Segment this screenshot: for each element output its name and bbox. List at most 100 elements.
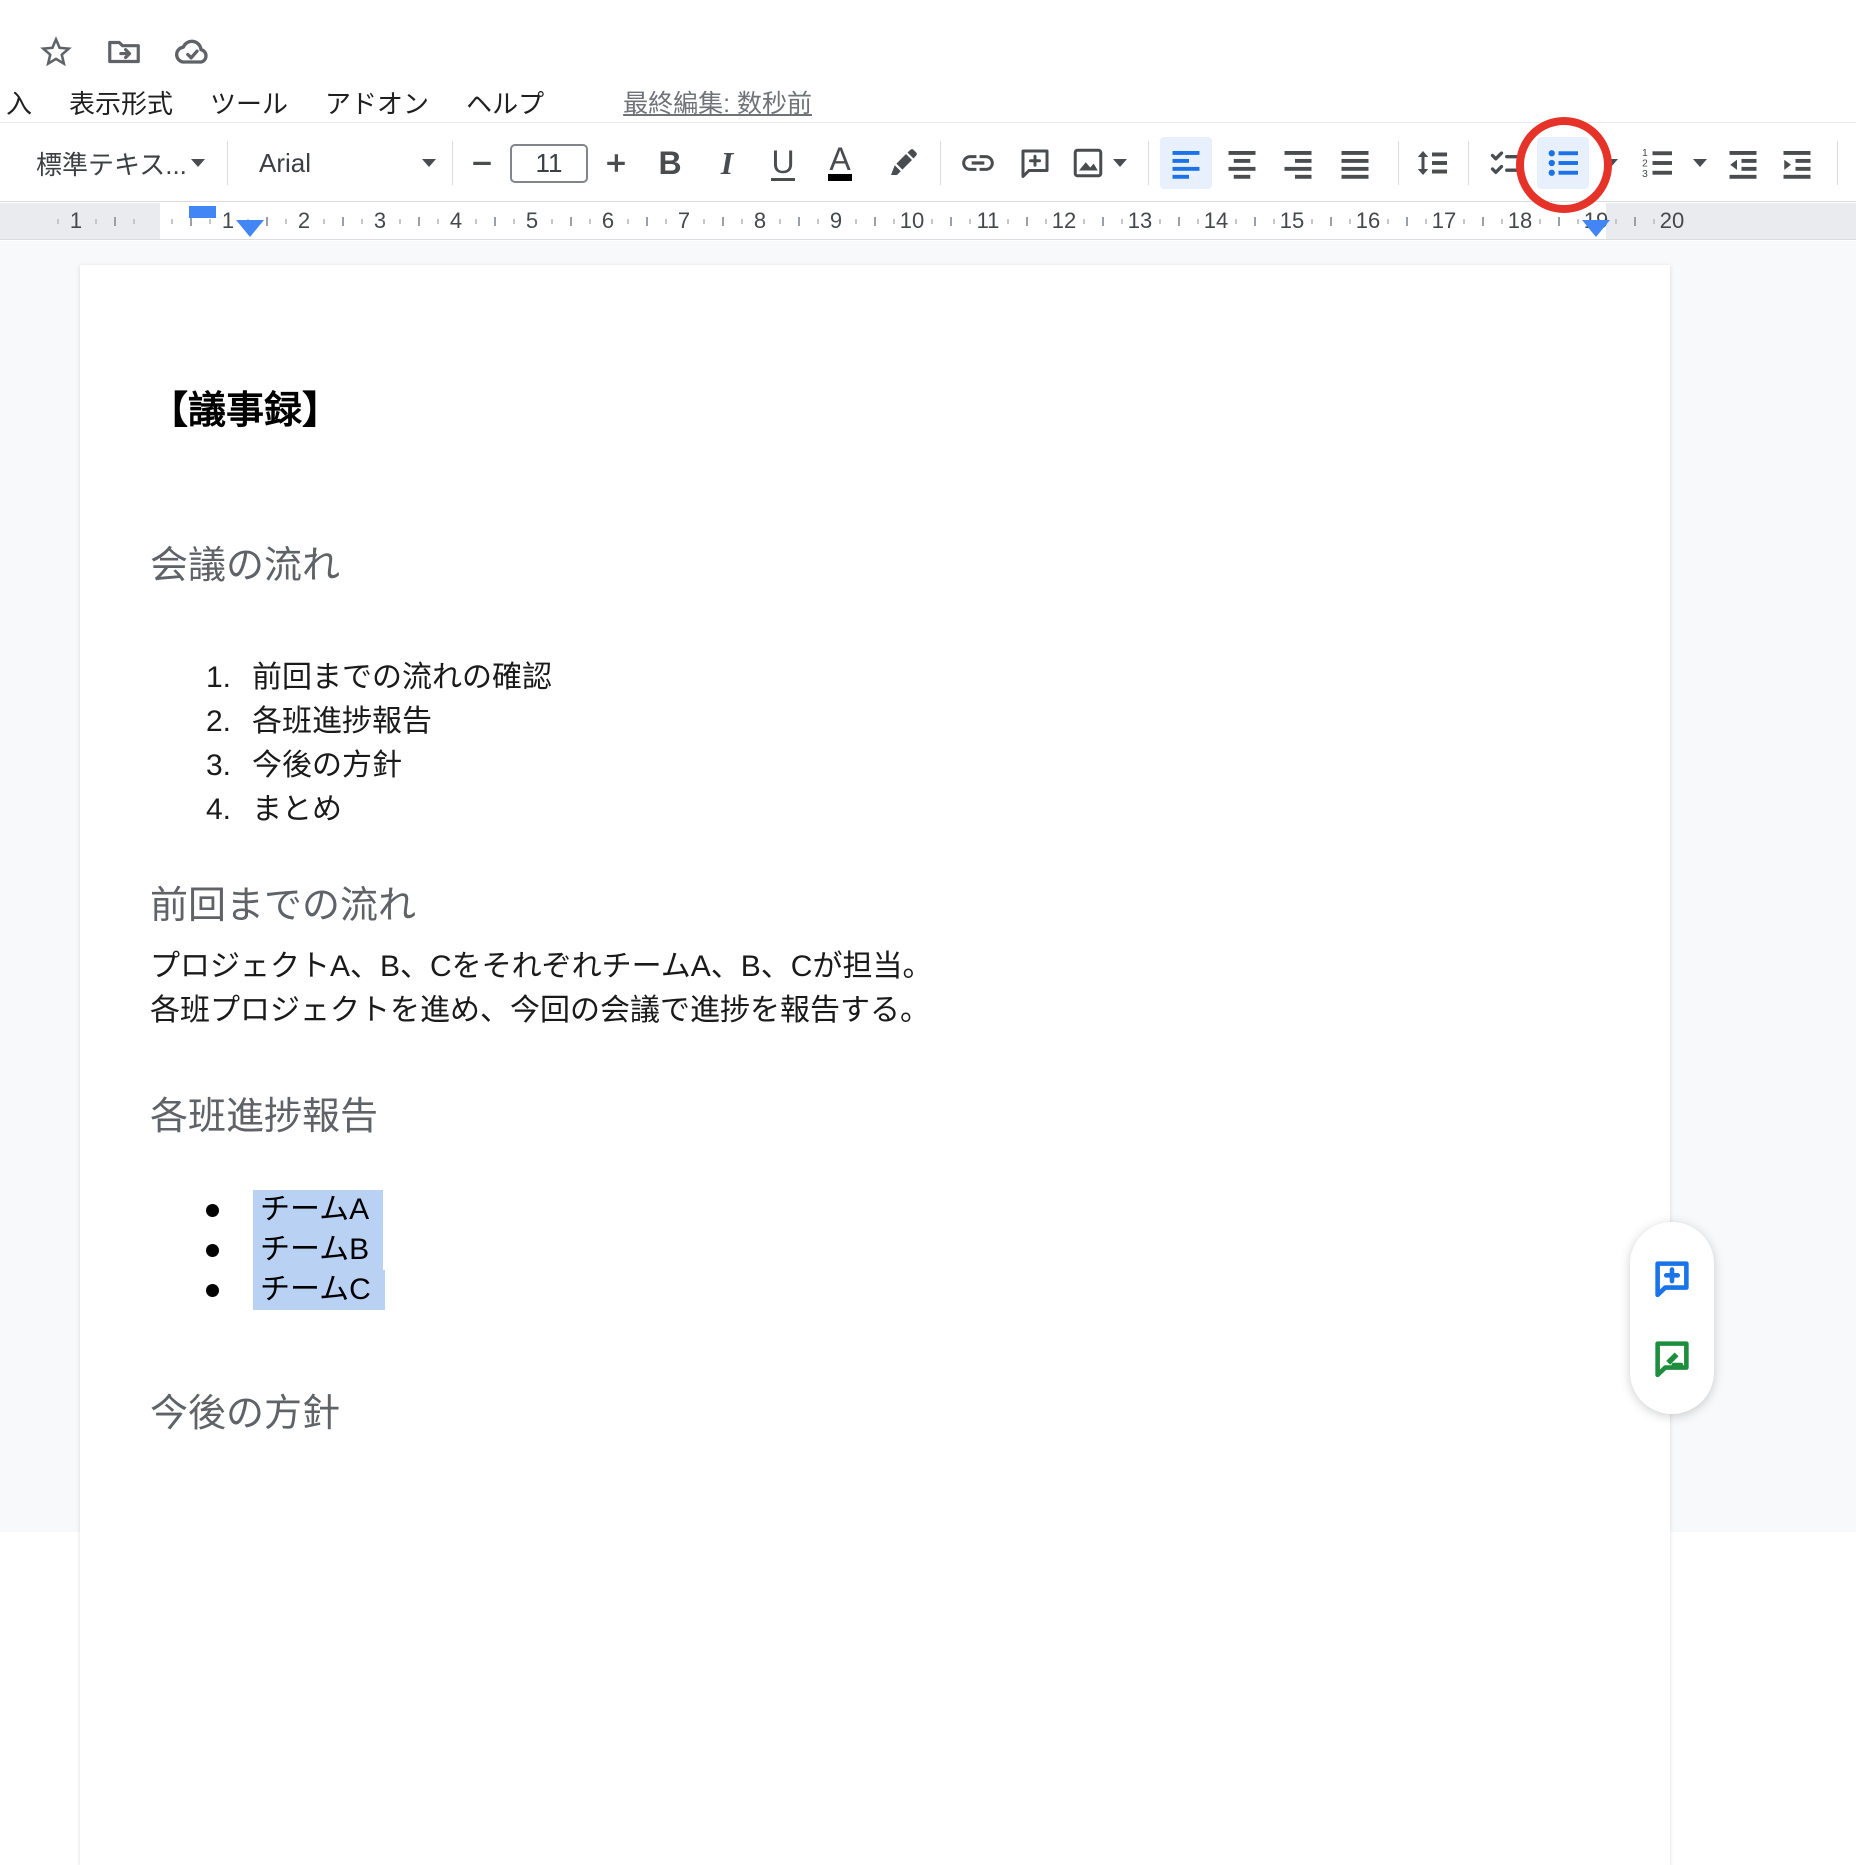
list-item: チームB [80,1230,1670,1270]
document-canvas: 【議事録】 会議の流れ 1. 前回までの流れの確認 2. 各班進捗報告 3. 今… [0,241,1856,1532]
paragraph-line: 各班プロジェクトを進め、今回の会議で進捗を報告する。 [150,989,930,1033]
toolbar-separator [1837,141,1838,185]
menu-item-insert-partial[interactable]: 入 [6,84,32,121]
ruler-tick [1254,217,1256,226]
bullet-icon [206,1284,219,1297]
ruler-tick [570,217,572,226]
ruler-tick [1406,217,1408,226]
align-center-button[interactable] [1216,137,1268,189]
list-text: 今後の方針 [252,744,402,788]
ruler-tick [437,219,439,224]
chevron-down-icon[interactable] [191,159,205,167]
ruler-number: 20 [1660,208,1684,234]
list-text: 前回までの流れの確認 [252,656,552,700]
folder-move-icon[interactable] [104,32,144,72]
list-item: 4. まとめ [80,788,1670,832]
ruler-tick [722,217,724,226]
italic-glyph: I [721,145,733,182]
document-page[interactable]: 【議事録】 会議の流れ 1. 前回までの流れの確認 2. 各班進捗報告 3. 今… [80,265,1670,1865]
ruler-number: 7 [678,208,690,234]
toolbar-separator [940,141,941,185]
ruler-tick [1026,217,1028,226]
toolbar-separator [227,141,228,185]
bold-button[interactable]: B [644,137,696,189]
align-left-button[interactable] [1160,137,1212,189]
first-line-indent-marker[interactable] [189,206,216,218]
left-indent-marker[interactable] [236,220,264,237]
ruler-margin-number: 1 [70,208,82,234]
font-family-dropdown[interactable]: Arial [259,123,311,203]
toolbar-separator [1468,141,1469,185]
doc-title: 【議事録】 [150,385,340,437]
decrease-indent-button[interactable] [1717,137,1769,189]
ruler-tick [114,217,116,226]
increase-indent-button[interactable] [1771,137,1823,189]
ruler-tick [1425,219,1427,224]
last-edit-link[interactable]: 最終編集: 数秒前 [623,84,812,120]
line-spacing-button[interactable] [1406,137,1458,189]
insert-link-icon[interactable] [952,137,1004,189]
list-number: 2. [206,700,231,744]
insert-image-icon[interactable] [1062,137,1114,189]
menu-item-format[interactable]: 表示形式 [69,84,173,121]
ruler-number: 8 [754,208,766,234]
cloud-check-icon[interactable] [172,32,212,72]
checklist-button[interactable] [1480,137,1532,189]
ruler-number: 10 [900,208,924,234]
align-right-button[interactable] [1272,137,1324,189]
font-size-decrease-button[interactable] [456,137,508,189]
bullet-icon [206,1204,219,1217]
ruler-tick [513,219,515,224]
numbered-list-button[interactable]: 123 [1631,137,1683,189]
paragraph-line: プロジェクトA、B、CをそれぞれチームA、B、Cが担当。 [150,945,932,989]
font-size-input[interactable]: 11 [510,144,588,183]
svg-text:3: 3 [1642,168,1648,180]
paragraph-style-dropdown[interactable]: 標準テキス... [36,123,187,203]
ruler-number: 12 [1052,208,1076,234]
font-size-increase-button[interactable] [590,137,642,189]
ruler-tick [589,219,591,224]
bulleted-list-button[interactable] [1537,137,1589,189]
list-number: 1. [206,656,231,700]
chevron-down-icon[interactable] [422,159,436,167]
italic-button[interactable]: I [701,137,753,189]
ruler-tick [703,219,705,224]
ruler-number: 6 [602,208,614,234]
ruler-tick [1235,219,1237,224]
ruler-tick [57,219,59,224]
underline-button[interactable]: U [757,137,809,189]
ruler[interactable]: 12345678910111213141516171819201 [0,203,1856,240]
chevron-down-icon[interactable] [1113,159,1127,167]
menu-item-addons[interactable]: アドオン [325,84,429,121]
ruler-tick [817,219,819,224]
heading-future-policy: 今後の方針 [150,1389,340,1439]
list-item: チームC [80,1270,1670,1310]
right-indent-marker[interactable] [1582,220,1610,237]
bullet-icon [206,1244,219,1257]
add-comment-button[interactable] [1648,1254,1696,1302]
ruler-number: 4 [450,208,462,234]
ruler-tick [950,217,952,226]
suggest-edits-button[interactable] [1648,1334,1696,1382]
ruler-number: 2 [298,208,310,234]
ruler-tick [1197,219,1199,224]
star-icon[interactable] [36,32,76,72]
list-item: チームA [80,1190,1670,1230]
toolbar: 標準テキス... Arial 11 B I U A [0,122,1856,202]
ruler-tick [171,219,173,224]
ruler-tick [1634,217,1636,226]
ruler-tick [1463,219,1465,224]
chevron-down-icon[interactable] [1693,159,1707,167]
chevron-down-icon[interactable] [1604,159,1618,167]
selected-list-text: チームC [253,1270,385,1310]
highlight-color-button[interactable] [877,137,929,189]
ruler-tick [1083,219,1085,224]
ruler-tick [1330,217,1332,226]
add-comment-icon[interactable] [1009,137,1061,189]
menu-item-help[interactable]: ヘルプ [466,84,544,121]
align-justify-button[interactable] [1329,137,1381,189]
list-item: 2. 各班進捗報告 [80,700,1670,744]
ruler-tick [418,217,420,226]
menu-item-tools[interactable]: ツール [210,84,288,121]
text-color-button[interactable]: A [814,137,866,189]
